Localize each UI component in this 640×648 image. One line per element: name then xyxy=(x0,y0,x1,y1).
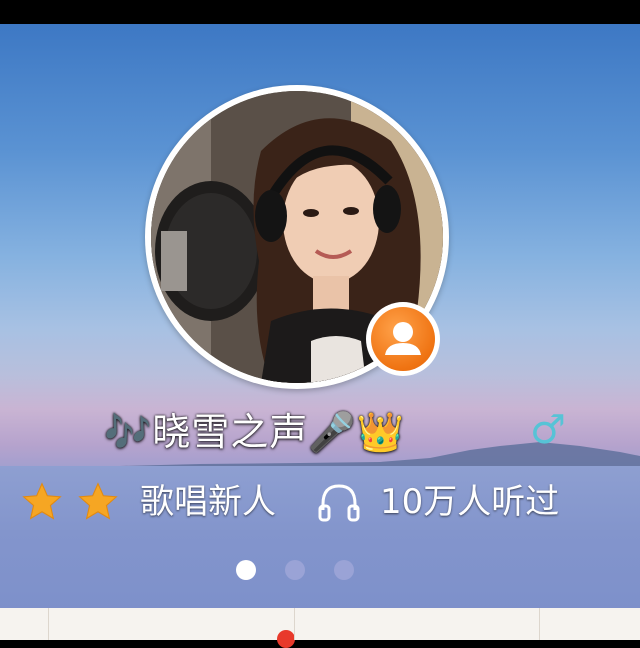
bottom-toolbar xyxy=(0,608,640,648)
headphones-icon xyxy=(318,484,360,522)
gender-male-icon: ♂ xyxy=(530,407,566,453)
listen-count: 10万人听过 xyxy=(380,482,560,522)
carousel-dot[interactable] xyxy=(334,560,354,580)
person-icon xyxy=(371,307,435,371)
toolbar-tab[interactable] xyxy=(0,608,48,640)
carousel-dot-active[interactable] xyxy=(236,560,256,580)
toolbar-tab[interactable] xyxy=(295,608,539,640)
level-title: 歌唱新人 xyxy=(140,482,276,522)
toolbar-tab[interactable] xyxy=(540,608,640,640)
toolbar-tab-location[interactable] xyxy=(49,608,295,648)
profile-badge[interactable] xyxy=(366,302,440,376)
profile-stats-row: 歌唱新人 10万人听过 xyxy=(0,476,640,528)
star-icon xyxy=(78,482,118,520)
location-pin-icon xyxy=(277,630,295,648)
carousel-dot[interactable] xyxy=(285,560,305,580)
status-bar xyxy=(0,0,640,24)
nickname: 🎶晓雪之声🎤👑 xyxy=(104,410,405,454)
star-icon xyxy=(22,482,62,520)
